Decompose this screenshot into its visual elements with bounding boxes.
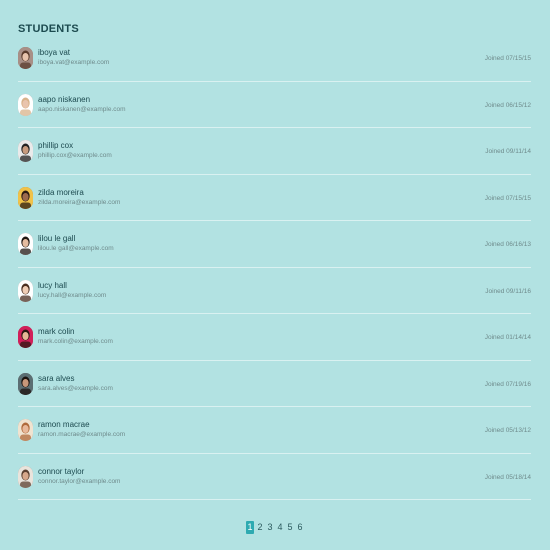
joined-date: Joined 05/13/12 [484,427,531,434]
student-name[interactable]: sara alves [38,374,74,383]
student-email: zilda.moreira@example.com [38,198,121,206]
student-name[interactable]: mark colin [38,327,74,336]
student-row[interactable]: sara alves sara.alves@example.com Joined 0… [18,361,531,407]
joined-date: Joined 09/11/16 [485,287,531,295]
student-email: lilou.le gall@example.com [38,245,114,252]
page-link-6[interactable]: 6 [296,521,304,534]
avatar [18,279,33,302]
avatar [18,372,33,395]
student-name[interactable]: ramon macrae [38,420,90,429]
avatar [18,233,33,255]
page-link-1[interactable]: 1 [246,520,254,534]
student-name[interactable]: zilda moreira [38,188,84,197]
students-page: STUDENTS iboya vat iboya.vat@example.com J… [0,0,550,550]
avatar [18,326,33,348]
avatar [18,465,33,488]
page-link-2[interactable]: 2 [256,521,264,534]
page-link-5[interactable]: 5 [286,521,294,534]
avatar [18,140,33,162]
student-name[interactable]: lucy hall [38,281,67,290]
student-email: ramon.macrae@example.com [38,431,126,438]
joined-date: Joined 06/16/13 [484,241,531,248]
student-name[interactable]: aapo niskanen [38,95,90,104]
avatar [18,47,33,69]
joined-date: Joined 07/15/15 [484,194,531,202]
student-row[interactable]: mark colin mark.colin@example.com Joined 0… [18,314,531,361]
student-row[interactable]: lilou le gall lilou.le gall@example.com Jo… [18,221,531,268]
avatar [18,186,33,209]
page-link-3[interactable]: 3 [266,521,274,534]
joined-date: Joined 01/14/14 [484,334,531,341]
student-row[interactable]: ramon macrae ramon.macrae@example.com Join… [18,407,531,454]
page-title: STUDENTS [18,23,79,35]
student-row[interactable]: phillip cox phillip.cox@example.com Joined… [18,128,531,175]
student-email: connor.taylor@example.com [38,477,121,485]
student-name[interactable]: connor taylor [38,467,84,476]
joined-date: Joined 05/18/14 [484,473,531,481]
student-list: iboya vat iboya.vat@example.com Joined 07/… [18,35,531,500]
student-name[interactable]: iboya vat [38,48,70,57]
joined-date: Joined 07/19/16 [484,380,531,388]
avatar [18,93,33,116]
joined-date: Joined 06/15/12 [484,101,531,109]
page-link-4[interactable]: 4 [276,521,284,534]
joined-date: Joined 07/15/15 [484,55,531,62]
student-name[interactable]: lilou le gall [38,234,75,243]
student-row[interactable]: iboya vat iboya.vat@example.com Joined 07/… [18,35,531,82]
student-row[interactable]: connor taylor connor.taylor@example.com Jo… [18,454,531,500]
avatar [18,419,33,441]
student-row[interactable]: aapo niskanen aapo.niskanen@example.com Jo… [18,82,531,128]
student-name[interactable]: phillip cox [38,141,73,150]
student-email: mark.colin@example.com [38,338,113,345]
pagination: 123456 [246,520,304,534]
student-row[interactable]: lucy hall lucy.hall@example.com Joined 09/… [18,268,531,314]
student-email: sara.alves@example.com [38,384,113,392]
joined-date: Joined 09/11/14 [485,148,531,155]
student-email: aapo.niskanen@example.com [38,105,126,113]
student-email: phillip.cox@example.com [38,152,112,159]
student-email: iboya.vat@example.com [38,59,110,66]
student-row[interactable]: zilda moreira zilda.moreira@example.com Jo… [18,175,531,221]
student-email: lucy.hall@example.com [38,291,107,299]
